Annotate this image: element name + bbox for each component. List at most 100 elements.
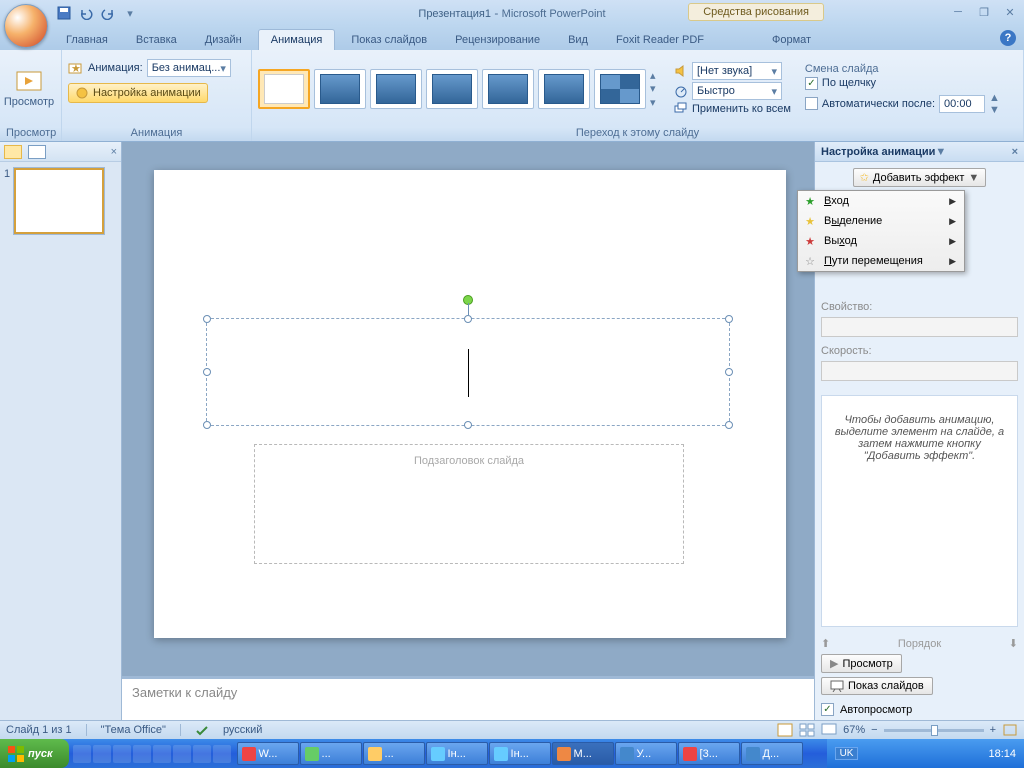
- ql-item[interactable]: [213, 745, 231, 763]
- menu-motion[interactable]: ☆Пути перемещения▶: [798, 251, 964, 271]
- play-button[interactable]: ▶Просмотр: [821, 654, 902, 673]
- tab-format[interactable]: Формат: [760, 30, 823, 50]
- view-normal-icon[interactable]: [777, 723, 793, 737]
- minimize-button[interactable]: ─: [950, 4, 966, 20]
- transition-6[interactable]: [594, 69, 646, 109]
- zoom-slider[interactable]: [884, 729, 984, 732]
- language-bar[interactable]: UK: [835, 747, 859, 760]
- taskbar-item[interactable]: Ін...: [489, 742, 551, 765]
- resize-handle[interactable]: [203, 421, 211, 429]
- resize-handle[interactable]: [203, 368, 211, 376]
- speed-combo-pane[interactable]: [821, 361, 1018, 381]
- tray-icon[interactable]: [952, 747, 966, 761]
- resize-handle[interactable]: [203, 315, 211, 323]
- redo-icon[interactable]: [98, 3, 118, 23]
- slide-canvas[interactable]: Подзаголовок слайда: [122, 142, 814, 676]
- zoom-out-icon[interactable]: −: [871, 724, 877, 736]
- auto-after-checkbox[interactable]: [805, 97, 818, 110]
- property-combo[interactable]: [821, 317, 1018, 337]
- ql-item[interactable]: [173, 745, 191, 763]
- tray-icon[interactable]: [880, 747, 894, 761]
- taskbar-item[interactable]: ...: [300, 742, 362, 765]
- custom-animation-button[interactable]: Настройка анимации: [68, 83, 208, 103]
- tab-review[interactable]: Рецензирование: [443, 30, 552, 50]
- transition-4[interactable]: [482, 69, 534, 109]
- resize-handle[interactable]: [725, 421, 733, 429]
- restore-button[interactable]: ❐: [976, 4, 992, 20]
- start-button[interactable]: пуск: [0, 739, 69, 768]
- gallery-more-icon[interactable]: ▾: [650, 96, 664, 109]
- close-pane-icon[interactable]: ×: [111, 146, 117, 158]
- view-slideshow-icon[interactable]: [821, 723, 837, 737]
- tab-foxit[interactable]: Foxit Reader PDF: [604, 30, 716, 50]
- taskbar-item[interactable]: [3...: [678, 742, 740, 765]
- save-icon[interactable]: [54, 3, 74, 23]
- transition-5[interactable]: [538, 69, 590, 109]
- transition-none[interactable]: [258, 69, 310, 109]
- qat-dropdown-icon[interactable]: ▾: [120, 3, 140, 23]
- spinner-up-icon[interactable]: ▲: [989, 92, 1000, 104]
- auto-after-time[interactable]: 00:00: [939, 95, 985, 113]
- tab-animation[interactable]: Анимация: [258, 29, 336, 50]
- menu-entrance[interactable]: ★Вход▶: [798, 191, 964, 211]
- office-button[interactable]: [4, 4, 48, 48]
- tray-icon[interactable]: [970, 747, 984, 761]
- taskbar-item[interactable]: У...: [615, 742, 677, 765]
- notes-pane[interactable]: Заметки к слайду: [122, 676, 814, 720]
- taskbar-item[interactable]: W...: [237, 742, 299, 765]
- tab-view[interactable]: Вид: [556, 30, 600, 50]
- taskbar-item[interactable]: М...: [552, 742, 614, 765]
- zoom-level[interactable]: 67%: [843, 724, 865, 736]
- ql-item[interactable]: [73, 745, 91, 763]
- autopreview-checkbox[interactable]: ✓: [821, 703, 834, 716]
- animate-combo[interactable]: Без анимац...▾: [147, 59, 231, 77]
- transition-3[interactable]: [426, 69, 478, 109]
- transition-1[interactable]: [314, 69, 366, 109]
- reorder-down-icon[interactable]: ⬇: [1009, 637, 1018, 650]
- ql-item[interactable]: [113, 745, 131, 763]
- tab-design[interactable]: Дизайн: [193, 30, 254, 50]
- slideshow-button[interactable]: Показ слайдов: [821, 677, 933, 695]
- ql-item[interactable]: [133, 745, 151, 763]
- language-indicator[interactable]: русский: [223, 724, 262, 736]
- slides-tab-icon[interactable]: [4, 145, 22, 159]
- tab-insert[interactable]: Вставка: [124, 30, 189, 50]
- gallery-up-icon[interactable]: ▴: [650, 69, 664, 82]
- spinner-down-icon[interactable]: ▼: [989, 104, 1000, 116]
- ql-item[interactable]: [93, 745, 111, 763]
- title-placeholder[interactable]: [206, 318, 730, 426]
- transition-2[interactable]: [370, 69, 422, 109]
- taskbar-item[interactable]: ...: [363, 742, 425, 765]
- subtitle-placeholder[interactable]: Подзаголовок слайда: [254, 444, 684, 564]
- slide-thumbnail-1[interactable]: 1: [0, 162, 121, 240]
- undo-icon[interactable]: [76, 3, 96, 23]
- ql-item[interactable]: [193, 745, 211, 763]
- add-effect-button[interactable]: ✩ Добавить эффект ▼: [853, 168, 987, 187]
- taskbar-item[interactable]: Д...: [741, 742, 803, 765]
- help-icon[interactable]: ?: [1000, 30, 1016, 46]
- sound-combo[interactable]: [Нет звука]▾: [692, 62, 782, 80]
- tray-icon[interactable]: [916, 747, 930, 761]
- spellcheck-icon[interactable]: [195, 723, 209, 737]
- speed-combo[interactable]: Быстро▾: [692, 82, 782, 100]
- outline-tab-icon[interactable]: [28, 145, 46, 159]
- on-click-checkbox[interactable]: ✓: [805, 77, 818, 90]
- tray-icon[interactable]: [862, 747, 876, 761]
- apply-all-button[interactable]: Применить ко всем: [674, 102, 791, 116]
- resize-handle[interactable]: [725, 368, 733, 376]
- clock[interactable]: 18:14: [988, 748, 1016, 760]
- tab-slideshow[interactable]: Показ слайдов: [339, 30, 439, 50]
- ql-item[interactable]: [153, 745, 171, 763]
- preview-button[interactable]: Просмотр: [6, 57, 52, 121]
- zoom-in-icon[interactable]: +: [990, 724, 996, 736]
- reorder-up-icon[interactable]: ⬆: [821, 637, 830, 650]
- tray-icon[interactable]: [934, 747, 948, 761]
- resize-handle[interactable]: [464, 421, 472, 429]
- gallery-down-icon[interactable]: ▾: [650, 82, 664, 95]
- tray-icon[interactable]: [898, 747, 912, 761]
- resize-handle[interactable]: [725, 315, 733, 323]
- view-sorter-icon[interactable]: [799, 723, 815, 737]
- tab-home[interactable]: Главная: [54, 30, 120, 50]
- taskpane-close-icon[interactable]: ×: [1012, 146, 1018, 158]
- resize-handle[interactable]: [464, 315, 472, 323]
